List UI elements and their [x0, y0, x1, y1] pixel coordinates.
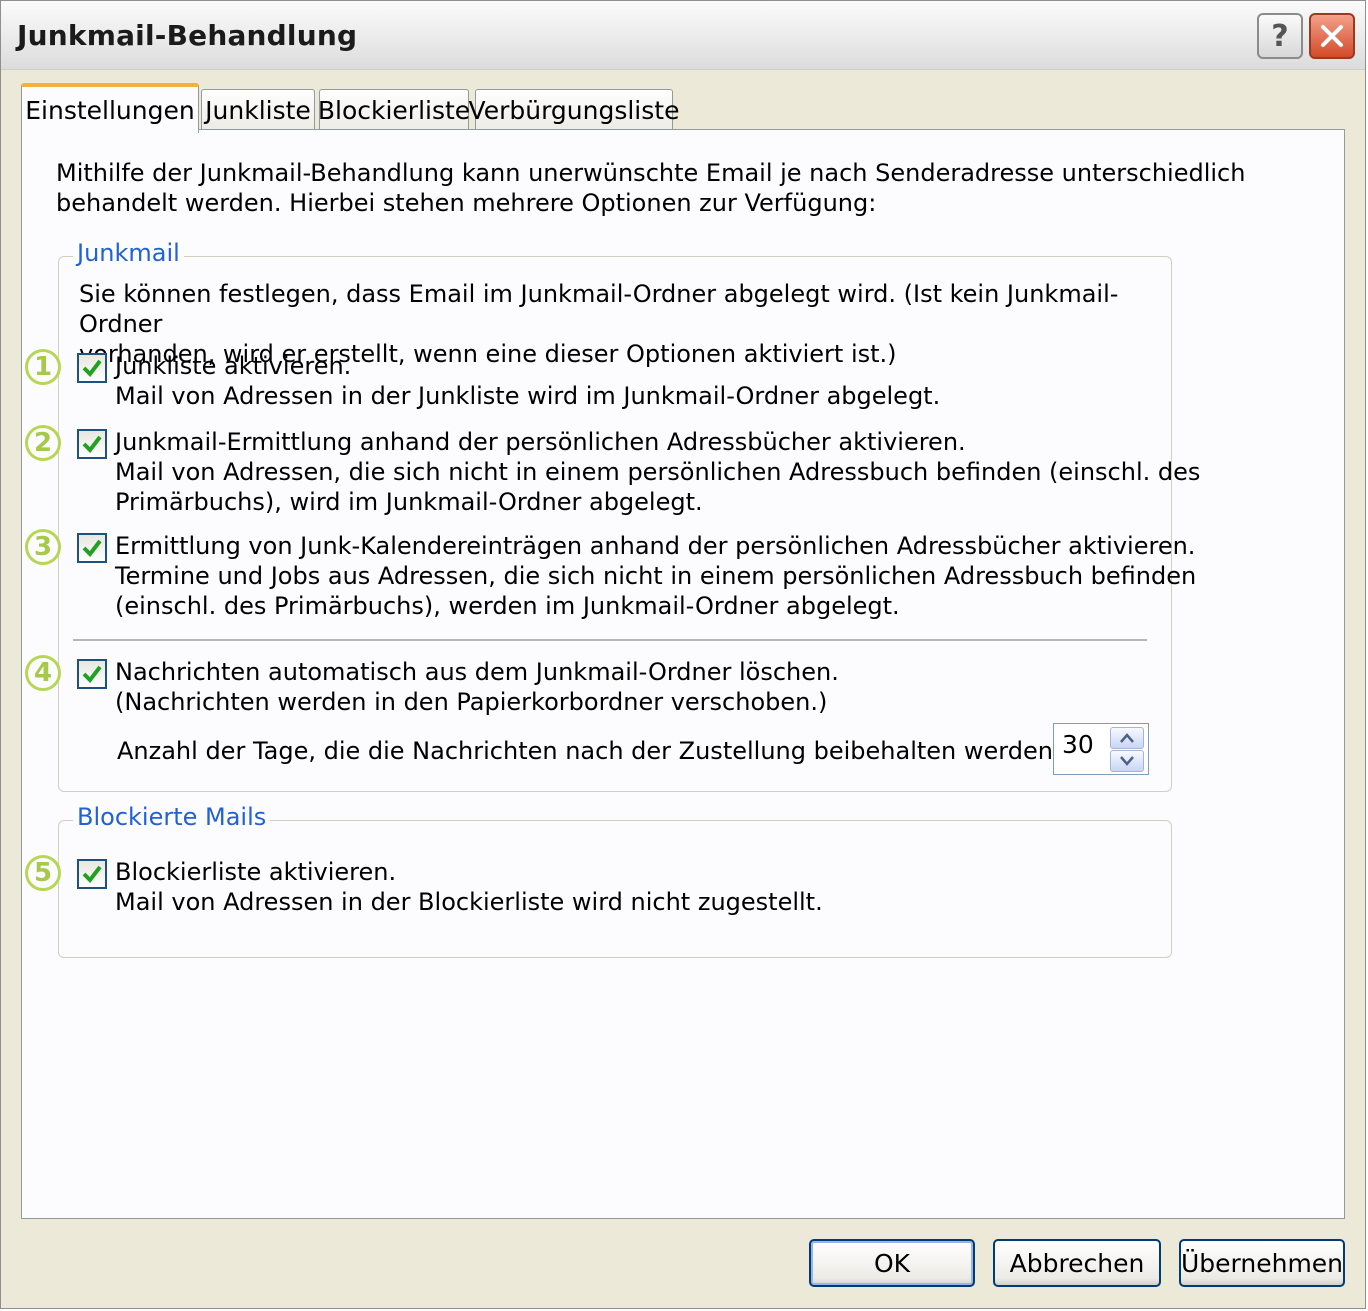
marker-4-icon: 4 [25, 655, 61, 691]
option-detail: (Nachrichten werden in den Papierkorbord… [115, 688, 828, 716]
tab-einstellungen[interactable]: Einstellungen [21, 83, 199, 133]
option-junkliste: 1 Junkliste aktivieren. Mail von Adresse… [25, 349, 1159, 413]
intro-text: Mithilfe der Junkmail-Behandlung kann un… [56, 158, 1245, 218]
checkmark-icon [82, 435, 102, 454]
tab-label: Junkliste [205, 96, 311, 125]
junkliste-checkbox[interactable] [77, 353, 107, 383]
checkmark-icon [82, 665, 102, 684]
option-auto-delete: 4 Nachrichten automatisch aus dem Junkma… [25, 655, 1159, 719]
blocked-legend: Blockierte Mails [73, 803, 271, 831]
intro-line: Mithilfe der Junkmail-Behandlung kann un… [56, 159, 1246, 187]
help-button[interactable]: ? [1257, 13, 1303, 59]
apply-button[interactable]: Übernehmen [1179, 1239, 1345, 1287]
junkmail-legend: Junkmail [73, 239, 184, 267]
dialog-window: Junkmail-Behandlung ? Einstellungen Junk… [0, 0, 1366, 1309]
checkmark-icon [82, 359, 102, 378]
option-label: Junkliste aktivieren. [115, 352, 352, 380]
option-detail: (einschl. des Primärbuchs), werden im Ju… [115, 592, 900, 620]
option-detail: Mail von Adressen, die sich nicht in ein… [115, 458, 1201, 486]
spin-down-button[interactable] [1110, 750, 1144, 772]
option-text: Junkliste aktivieren. Mail von Adressen … [115, 351, 940, 411]
tab-blockierliste[interactable]: Blockierliste [317, 89, 471, 131]
tab-label: Einstellungen [25, 95, 195, 125]
option-label: Junkmail-Ermittlung anhand der persönlic… [115, 428, 966, 456]
marker-2-icon: 2 [25, 425, 61, 461]
days-value[interactable]: 30 [1062, 730, 1094, 759]
tab-panel: Mithilfe der Junkmail-Behandlung kann un… [21, 129, 1345, 1219]
days-label: Anzahl der Tage, die die Nachrichten nac… [117, 737, 1140, 765]
option-text: Ermittlung von Junk-Kalendereinträgen an… [115, 531, 1196, 621]
option-detail: Termine und Jobs aus Adressen, die sich … [115, 562, 1197, 590]
marker-1-icon: 1 [25, 349, 61, 385]
option-label: Blockierliste aktivieren. [115, 858, 397, 886]
checkmark-icon [82, 539, 102, 558]
help-icon: ? [1271, 18, 1289, 54]
arrow-up-icon [1120, 733, 1134, 743]
junkmail-group: Junkmail Sie können festlegen, dass Emai… [25, 239, 1200, 792]
option-detail: Mail von Adressen in der Junkliste wird … [115, 382, 941, 410]
option-blockierliste: 5 Blockierliste aktivieren. Mail von Adr… [25, 855, 1159, 919]
spin-up-button[interactable] [1110, 727, 1144, 749]
title-bar[interactable]: Junkmail-Behandlung ? [1, 1, 1365, 70]
kalender-checkbox[interactable] [77, 533, 107, 563]
blocked-group: Blockierte Mails 5 Blockierliste aktivie… [25, 803, 1172, 958]
adressbuch-checkbox[interactable] [77, 429, 107, 459]
arrow-down-icon [1120, 756, 1134, 766]
option-text: Blockierliste aktivieren. Mail von Adres… [115, 857, 823, 917]
cancel-button[interactable]: Abbrechen [993, 1239, 1161, 1287]
separator [73, 639, 1147, 642]
option-detail: Mail von Adressen in der Blockierliste w… [115, 888, 823, 916]
option-kalender: 3 Ermittlung von Junk-Kalendereinträgen … [25, 529, 1196, 623]
option-detail: Primärbuchs), wird im Junkmail-Ordner ab… [115, 488, 703, 516]
days-spinner[interactable]: 30 [1053, 723, 1149, 775]
marker-3-icon: 3 [25, 529, 61, 565]
option-label: Ermittlung von Junk-Kalendereinträgen an… [115, 532, 1196, 560]
option-text: Junkmail-Ermittlung anhand der persönlic… [115, 427, 1200, 517]
blockierliste-checkbox[interactable] [77, 859, 107, 889]
close-icon [1321, 25, 1343, 47]
window-title: Junkmail-Behandlung [17, 19, 358, 52]
intro-line: behandelt werden. Hierbei stehen mehrere… [56, 189, 877, 217]
tab-label: Verbürgungsliste [468, 96, 680, 125]
desc-line: Sie können festlegen, dass Email im Junk… [79, 280, 1119, 338]
tab-junkliste[interactable]: Junkliste [201, 89, 315, 131]
checkmark-icon [82, 865, 102, 884]
tab-verbuergungsliste[interactable]: Verbürgungsliste [469, 89, 679, 131]
auto-delete-checkbox[interactable] [77, 659, 107, 689]
tab-label: Blockierliste [317, 96, 471, 125]
ok-button[interactable]: OK [809, 1239, 975, 1287]
close-button[interactable] [1309, 13, 1355, 59]
option-adressbuch: 2 Junkmail-Ermittlung anhand der persönl… [25, 425, 1200, 519]
option-text: Nachrichten automatisch aus dem Junkmail… [115, 657, 839, 717]
marker-5-icon: 5 [25, 855, 61, 891]
option-label: Nachrichten automatisch aus dem Junkmail… [115, 658, 839, 686]
